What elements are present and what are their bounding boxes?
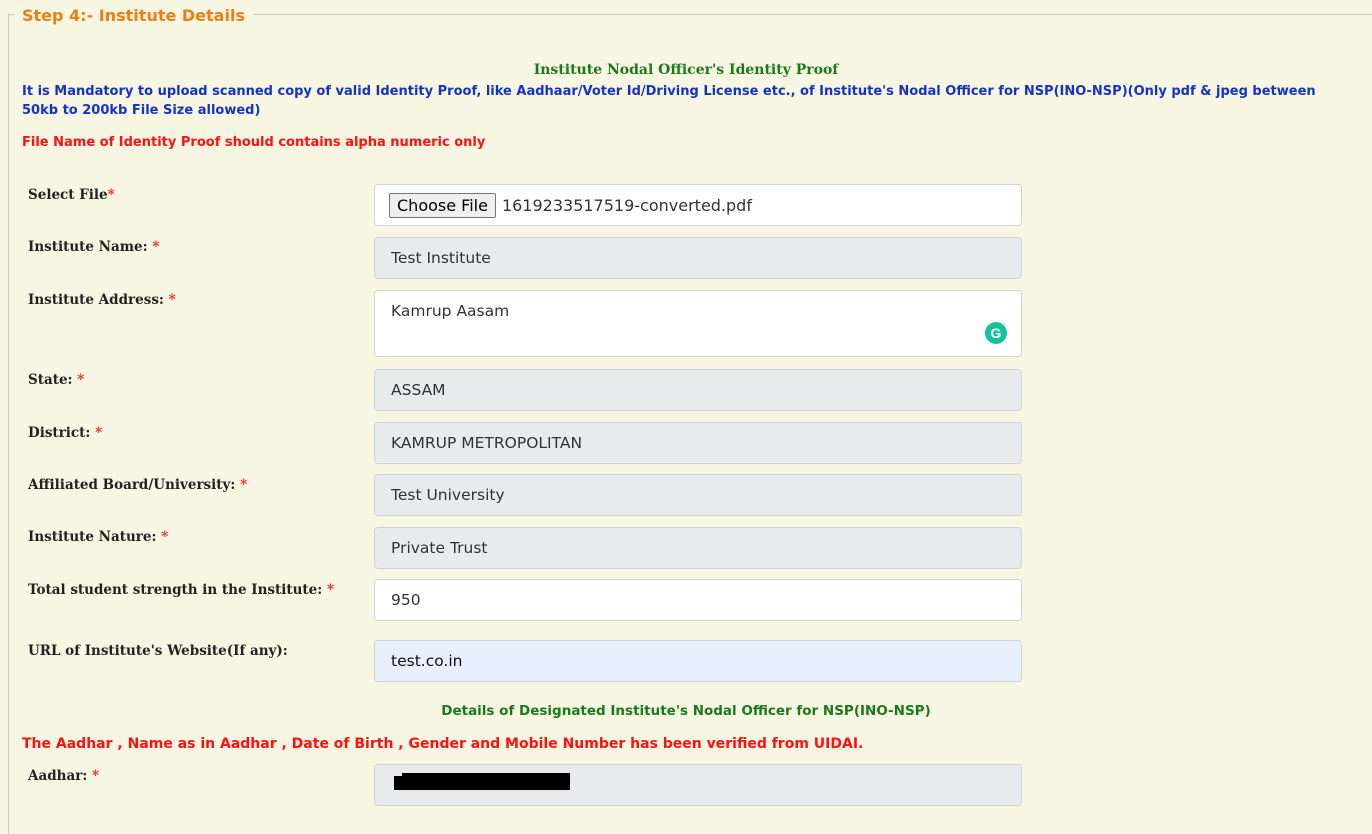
website-input[interactable]: test.co.in <box>374 640 1022 682</box>
affiliated-board-field[interactable]: Test University <box>374 474 1022 516</box>
state-value: ASSAM <box>391 381 446 399</box>
district-field[interactable]: KAMRUP METROPOLITAN <box>374 422 1022 464</box>
institute-name-field[interactable]: Test Institute <box>374 237 1022 279</box>
choose-file-button[interactable]: Choose File <box>389 192 496 218</box>
institute-address-textarea[interactable]: Kamrup Aasam G <box>374 290 1022 357</box>
select-file-label: Select File* <box>28 187 115 203</box>
required-marker: * <box>152 239 160 255</box>
section-legend: Step 4:- Institute Details <box>14 0 253 32</box>
website-value: test.co.in <box>391 652 463 670</box>
institute-name-label: Institute Name: * <box>28 239 160 255</box>
state-label: State: * <box>28 372 85 388</box>
institute-nature-value: Private Trust <box>391 539 488 557</box>
institute-name-value: Test Institute <box>391 249 491 267</box>
redaction-bar <box>394 776 570 790</box>
institute-address-label: Institute Address: * <box>28 292 176 308</box>
institute-nature-field[interactable]: Private Trust <box>374 527 1022 569</box>
affiliated-board-value: Test University <box>391 486 505 504</box>
filename-note: File Name of Identity Proof should conta… <box>22 135 486 150</box>
required-marker: * <box>107 187 115 203</box>
uidai-verified-note: The Aadhar , Name as in Aadhar , Date of… <box>22 736 864 752</box>
affiliated-board-label: Affiliated Board/University: * <box>28 477 248 493</box>
file-input[interactable]: Choose File 1619233517519-converted.pdf <box>374 184 1022 226</box>
aadhar-label: Aadhar: * <box>28 768 100 784</box>
grammarly-icon[interactable]: G <box>985 322 1007 344</box>
student-strength-value: 950 <box>391 591 421 609</box>
district-label: District: * <box>28 425 103 441</box>
identity-proof-title: Institute Nodal Officer's Identity Proof <box>533 62 839 78</box>
required-marker: * <box>240 477 248 493</box>
district-value: KAMRUP METROPOLITAN <box>391 434 583 452</box>
required-marker: * <box>326 582 334 598</box>
required-marker: * <box>77 372 85 388</box>
website-label: URL of Institute's Website(If any): <box>28 643 288 659</box>
institute-nature-label: Institute Nature: * <box>28 529 169 545</box>
selected-file-name: 1619233517519-converted.pdf <box>501 195 752 215</box>
institute-address-value: Kamrup Aasam <box>391 302 510 320</box>
state-field[interactable]: ASSAM <box>374 369 1022 411</box>
required-marker: * <box>168 292 176 308</box>
required-marker: * <box>92 768 100 784</box>
student-strength-label: Total student strength in the Institute:… <box>28 582 334 598</box>
nodal-officer-title: Details of Designated Institute's Nodal … <box>441 703 931 719</box>
required-marker: * <box>95 425 103 441</box>
mandatory-upload-note: It is Mandatory to upload scanned copy o… <box>22 84 1316 118</box>
required-marker: * <box>161 529 169 545</box>
student-strength-input[interactable]: 950 <box>374 579 1022 621</box>
